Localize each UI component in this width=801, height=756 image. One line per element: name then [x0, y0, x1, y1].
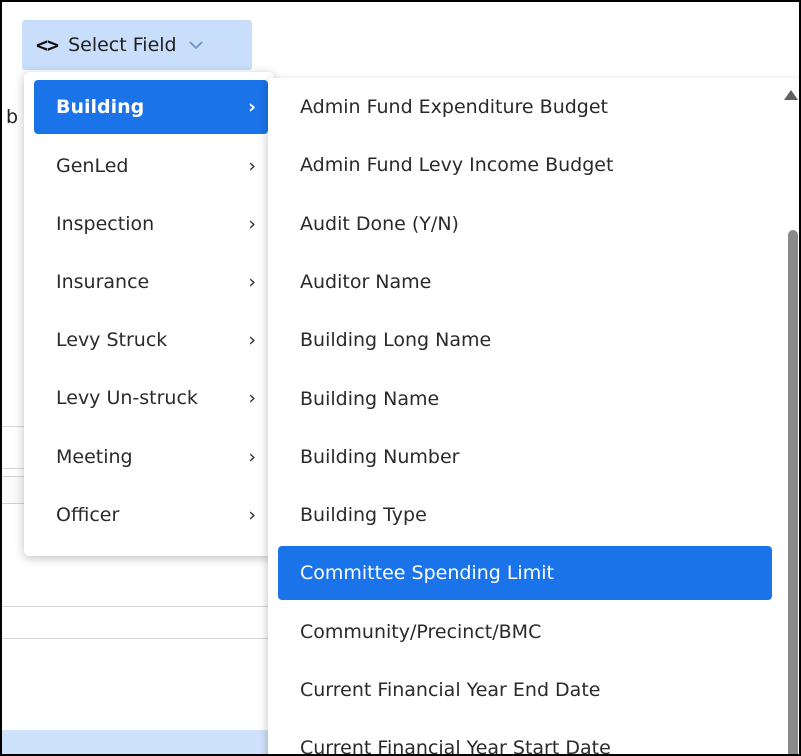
category-item-meeting[interactable]: Meeting › — [34, 430, 268, 484]
field-item-audit-done-y-n[interactable]: Audit Done (Y/N) — [278, 197, 772, 251]
field-item-auditor-name[interactable]: Auditor Name — [278, 255, 772, 309]
background-selected-row — [2, 730, 302, 754]
category-item-label: GenLed — [56, 155, 129, 177]
category-item-officer[interactable]: Officer › — [34, 488, 268, 542]
chevron-right-icon: › — [248, 271, 256, 293]
field-item-current-financial-year-start-date[interactable]: Current Financial Year Start Date — [278, 721, 772, 754]
category-item-label: Building — [56, 96, 145, 118]
category-item-label: Levy Struck — [56, 329, 168, 351]
select-field-button[interactable]: <> Select Field — [22, 20, 252, 70]
background-divider — [2, 606, 302, 607]
category-item-genled[interactable]: GenLed › — [34, 139, 268, 193]
scrollbar-thumb[interactable] — [788, 230, 798, 754]
select-field-label: Select Field — [68, 34, 177, 56]
field-item-committee-spending-limit[interactable]: Committee Spending Limit — [278, 546, 772, 600]
code-icon: <> — [36, 33, 59, 57]
category-item-levy-un-struck[interactable]: Levy Un-struck › — [34, 371, 268, 425]
chevron-right-icon: › — [248, 213, 256, 235]
category-item-insurance[interactable]: Insurance › — [34, 255, 268, 309]
background-partial-text: b — [6, 106, 19, 128]
field-item-community-precinct-bmc[interactable]: Community/Precinct/BMC — [278, 605, 772, 659]
category-item-building[interactable]: Building › — [34, 80, 268, 134]
category-item-levy-struck[interactable]: Levy Struck › — [34, 313, 268, 367]
category-menu: Building › GenLed › Inspection › Insurance › Lev… — [24, 72, 274, 556]
field-item-admin-fund-levy-income-budget[interactable]: Admin Fund Levy Income Budget — [278, 138, 772, 192]
field-item-admin-fund-expenditure-budget[interactable]: Admin Fund Expenditure Budget — [278, 80, 772, 134]
chevron-down-icon — [187, 36, 205, 54]
field-item-building-name[interactable]: Building Name — [278, 372, 772, 426]
chevron-right-icon: › — [248, 387, 256, 409]
category-item-label: Inspection — [56, 213, 155, 235]
app-frame: b <> Select Field Building › GenLed › Inspec… — [0, 0, 801, 756]
chevron-right-icon: › — [248, 155, 256, 177]
category-item-label: Meeting — [56, 446, 133, 468]
chevron-right-icon: › — [248, 446, 256, 468]
chevron-right-icon: › — [248, 96, 256, 118]
category-item-label: Levy Un-struck — [56, 387, 198, 409]
category-item-inspection[interactable]: Inspection › — [34, 197, 268, 251]
background-divider — [2, 638, 302, 639]
field-item-building-long-name[interactable]: Building Long Name — [278, 313, 772, 367]
field-item-current-financial-year-end-date[interactable]: Current Financial Year End Date — [278, 663, 772, 717]
category-item-label: Insurance — [56, 271, 150, 293]
field-item-building-type[interactable]: Building Type — [278, 488, 772, 542]
scroll-up-arrow-icon[interactable] — [784, 90, 798, 100]
field-menu: Admin Fund Expenditure Budget Admin Fund … — [268, 78, 799, 754]
chevron-right-icon: › — [248, 504, 256, 526]
category-item-label: Officer — [56, 504, 120, 526]
field-item-building-number[interactable]: Building Number — [278, 430, 772, 484]
chevron-right-icon: › — [248, 329, 256, 351]
